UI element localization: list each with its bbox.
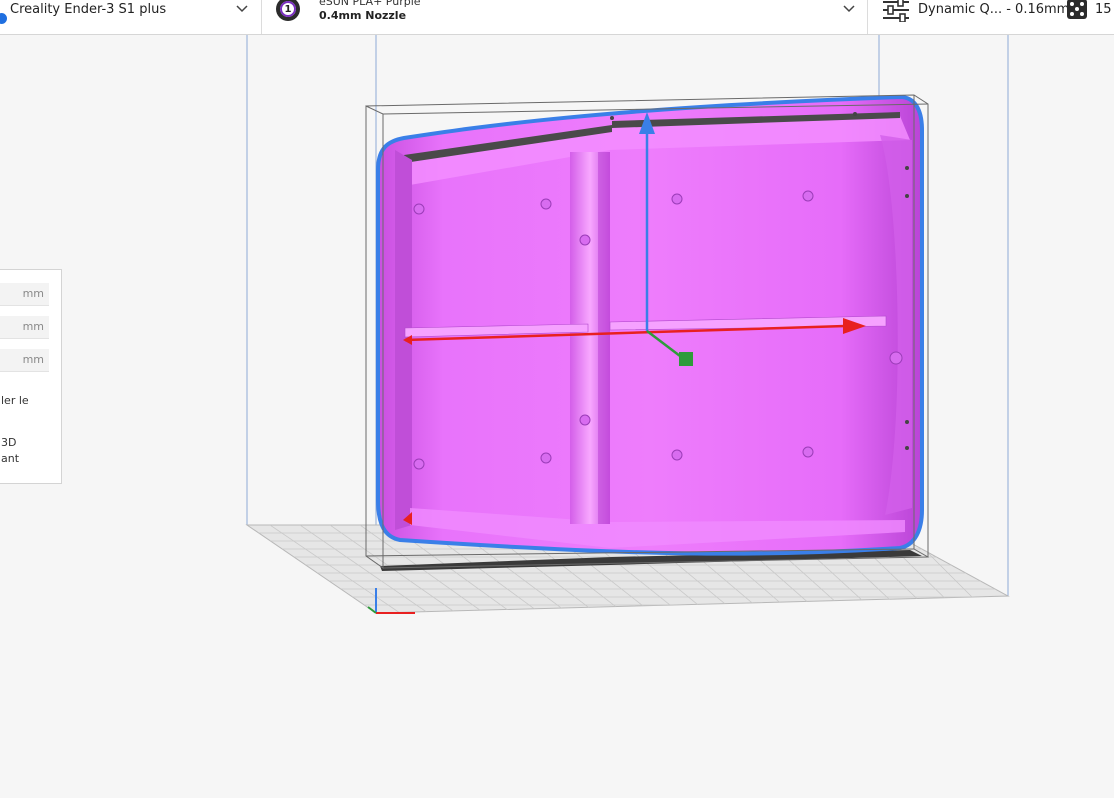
y-axis-handle[interactable] — [679, 352, 693, 366]
material-name: eSUN PLA+ Purple — [319, 0, 421, 8]
chevron-down-icon[interactable] — [236, 4, 248, 14]
infill-icon — [1067, 0, 1087, 19]
infill-label: 15 — [1095, 2, 1112, 17]
chevron-down-icon[interactable] — [843, 4, 855, 14]
sliders-icon — [883, 0, 909, 22]
3d-viewport[interactable] — [0, 35, 1114, 798]
printer-name: Creality Ender-3 S1 plus — [10, 2, 167, 17]
printer-selector[interactable]: Creality Ender-3 S1 plus — [0, 0, 261, 34]
extruder-number: 1 — [280, 1, 296, 17]
top-toolbar: Creality Ender-3 S1 plus 1 eSUN PLA+ Pur… — [0, 0, 1114, 35]
nozzle-name: 0.4mm Nozzle — [319, 9, 407, 22]
print-profile-label: Dynamic Q... - 0.16mm — [918, 2, 1070, 17]
printer-connected-icon — [0, 11, 9, 26]
